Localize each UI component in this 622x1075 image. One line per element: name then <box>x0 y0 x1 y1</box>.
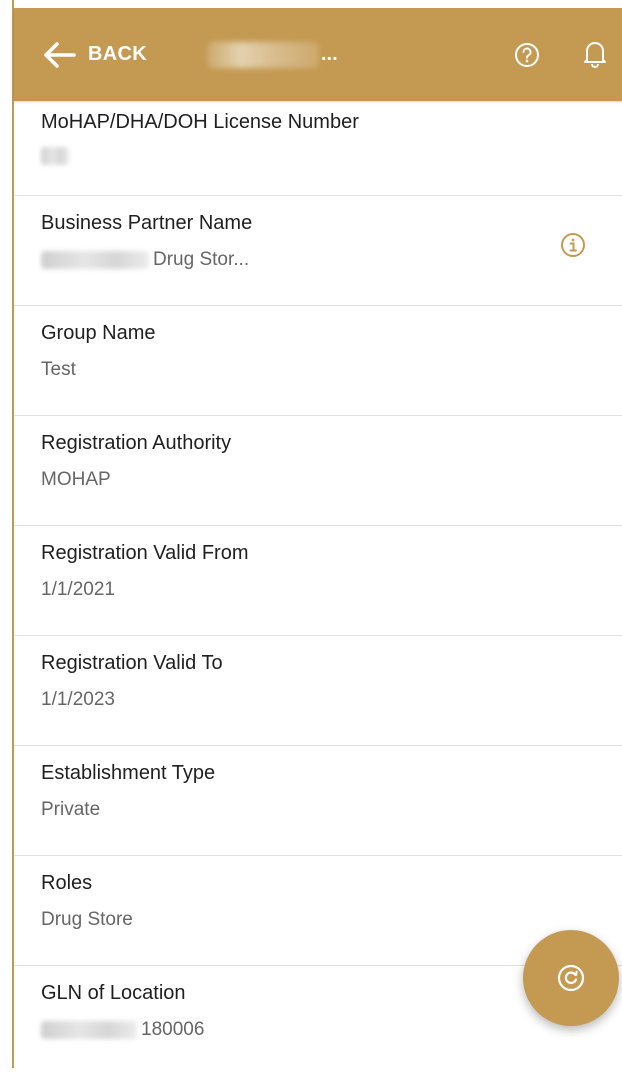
field-label: GLN of Location <box>41 982 186 1004</box>
field-label: Establishment Type <box>41 762 216 784</box>
title-ellipsis: ... <box>320 43 338 65</box>
field-establishment-type: Establishment Type Private <box>14 746 622 856</box>
field-registration-authority: Registration Authority MOHAP <box>14 416 622 526</box>
back-label: BACK <box>88 43 147 65</box>
redacted-value <box>41 251 149 269</box>
field-valid-to: Registration Valid To 1/1/2023 <box>14 636 622 746</box>
bell-icon[interactable] <box>582 38 608 68</box>
info-icon[interactable] <box>560 232 586 258</box>
field-label: Group Name <box>41 322 156 344</box>
redacted-value <box>41 1021 137 1039</box>
field-value: Private <box>41 799 101 820</box>
field-label: Registration Valid To <box>41 652 223 674</box>
refresh-icon <box>557 964 585 992</box>
app-header: BACK ... <box>14 8 622 101</box>
field-value-text: 180006 <box>141 1019 205 1040</box>
field-label: Registration Authority <box>41 432 232 454</box>
field-value: Drug Store <box>41 909 133 930</box>
redacted-title <box>206 41 319 68</box>
detail-list: MoHAP/DHA/DOH License Number Business Pa… <box>14 101 622 1075</box>
field-valid-from: Registration Valid From 1/1/2021 <box>14 526 622 636</box>
arrow-left-icon <box>44 41 76 68</box>
field-value: 1/1/2021 <box>41 579 115 600</box>
field-value: Test <box>41 359 76 380</box>
page-title: ... <box>206 41 338 68</box>
field-value <box>41 147 69 165</box>
field-label: MoHAP/DHA/DOH License Number <box>41 111 359 133</box>
field-label: Business Partner Name <box>41 212 253 234</box>
field-value: 180006 <box>41 1019 204 1041</box>
left-accent-border <box>0 0 14 1068</box>
field-business-partner: Business Partner Name Drug Stor... <box>14 196 622 306</box>
field-value-text: Drug Stor... <box>153 249 250 270</box>
back-button[interactable]: BACK <box>42 40 147 70</box>
field-label: Roles <box>41 872 93 894</box>
redacted-value <box>41 147 69 165</box>
field-license-number: MoHAP/DHA/DOH License Number <box>14 101 622 196</box>
field-value: Drug Stor... <box>41 249 249 271</box>
field-value: 1/1/2023 <box>41 689 115 710</box>
field-value: MOHAP <box>41 469 111 490</box>
field-group-name: Group Name Test <box>14 306 622 416</box>
field-label: Registration Valid From <box>41 542 249 564</box>
help-icon[interactable] <box>514 42 540 68</box>
refresh-button[interactable] <box>523 930 619 1026</box>
